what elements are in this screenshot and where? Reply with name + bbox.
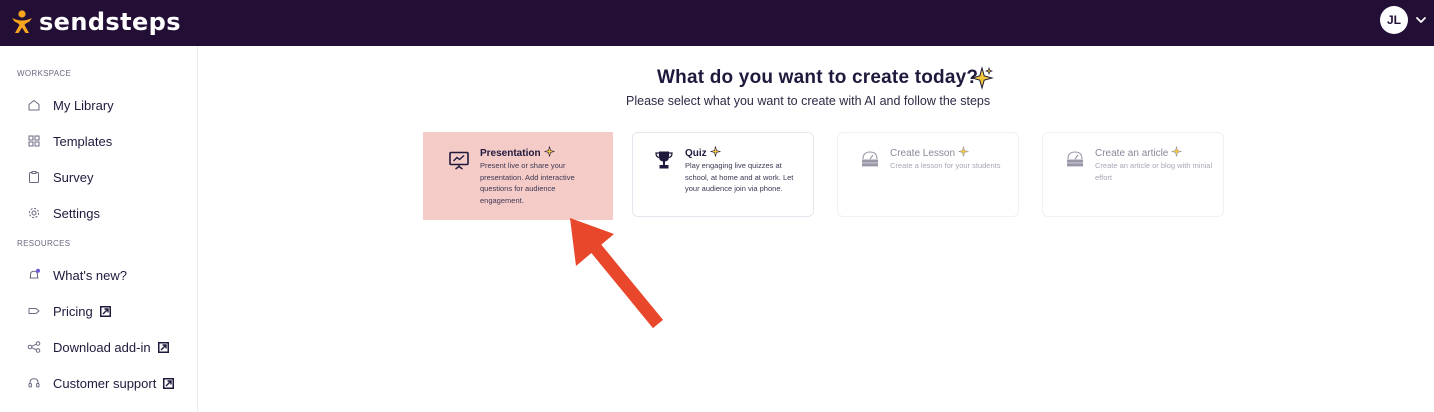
external-link-icon	[99, 305, 111, 317]
headset-icon	[28, 378, 40, 388]
sidebar-item-label: Survey	[53, 169, 94, 185]
sidebar-item-survey[interactable]: Survey	[0, 161, 197, 193]
trophy-icon	[655, 151, 673, 169]
sparkle-icon	[544, 146, 555, 157]
tag-icon	[28, 308, 40, 314]
logo-person-icon	[12, 10, 32, 33]
share-icon	[27, 341, 41, 353]
create-lesson-card: Create Lesson Create a lesson for your s…	[837, 132, 1019, 217]
top-bar: sendsteps JL	[0, 0, 1434, 46]
gear-icon	[28, 207, 40, 219]
card-description: Present live or share your presentation.…	[480, 161, 575, 205]
card-title: Presentation	[480, 146, 555, 159]
resources-section-label: RESOURCES	[17, 239, 71, 248]
annotation-arrow	[570, 218, 664, 329]
sidebar-item-customer-support[interactable]: Customer support	[0, 367, 197, 399]
sparkle-icon	[1171, 146, 1182, 157]
sidebar-item-label: Pricing	[53, 304, 111, 319]
external-link-icon	[157, 341, 169, 353]
user-avatar[interactable]: JL	[1380, 6, 1408, 34]
sidebar-item-label: Customer support	[53, 376, 175, 391]
sidebar-item-pricing[interactable]: Pricing	[0, 295, 197, 327]
sendsteps-logo[interactable]: sendsteps	[9, 8, 181, 36]
page-subtitle: Please select what you want to create wi…	[626, 94, 991, 108]
coming-soon-icon	[862, 151, 878, 167]
card-description: Play engaging live quizzes at school, at…	[685, 161, 794, 193]
sidebar-item-label: Settings	[53, 205, 100, 221]
sidebar-item-label: Download add-in	[53, 340, 169, 355]
sparkle-icon	[970, 66, 994, 90]
card-title: Quiz	[685, 146, 721, 159]
page-title: What do you want to create today?	[657, 67, 979, 88]
workspace-section-label: WORKSPACE	[17, 69, 72, 78]
bell-icon	[29, 268, 40, 279]
presentation-card[interactable]: Presentation Present live or share your …	[423, 132, 613, 220]
card-description: Create a lesson for your students	[890, 161, 1001, 170]
card-title: Create Lesson	[890, 146, 969, 159]
sparkle-icon	[958, 146, 969, 157]
sidebar-item-templates[interactable]: Templates	[0, 125, 197, 157]
sidebar-item-my-library[interactable]: My Library	[0, 89, 197, 121]
chevron-down-icon[interactable]	[1414, 13, 1428, 27]
sidebar-item-settings[interactable]: Settings	[0, 197, 197, 229]
create-article-card: Create an article Create an article or b…	[1042, 132, 1224, 217]
home-icon	[28, 100, 40, 111]
sidebar-item-download-add-in[interactable]: Download add-in	[0, 331, 197, 363]
clipboard-icon	[29, 171, 39, 183]
card-title: Create an article	[1095, 146, 1182, 159]
quiz-card[interactable]: Quiz Play engaging live quizzes at schoo…	[632, 132, 814, 217]
coming-soon-icon	[1067, 151, 1083, 167]
grid-icon	[28, 135, 40, 147]
sidebar-item-label: What's new?	[53, 267, 128, 283]
logo-text: sendsteps	[39, 8, 181, 36]
sparkle-icon	[710, 146, 721, 157]
sidebar-item-whats-new[interactable]: What's new?	[0, 259, 197, 291]
sidebar-item-label: Templates	[53, 133, 113, 149]
presentation-icon	[449, 151, 469, 170]
sidebar: WORKSPACE My Library Templates Survey Se…	[0, 46, 198, 412]
card-description: Create an article or blog with minial ef…	[1095, 161, 1213, 182]
external-link-icon	[163, 377, 175, 389]
sidebar-item-label: My Library	[53, 97, 114, 113]
